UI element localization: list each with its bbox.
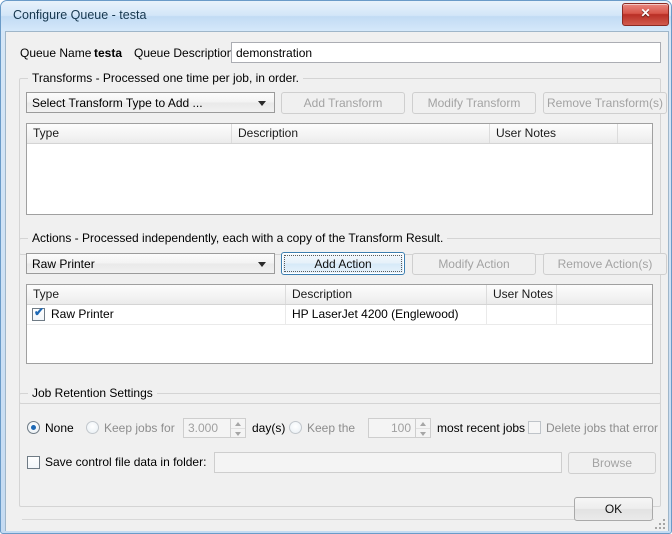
retention-none-radio[interactable] (27, 421, 40, 434)
transforms-col-type[interactable]: Type (27, 124, 232, 143)
job-retention-legend: Job Retention Settings (28, 386, 157, 400)
save-control-file-label: Save control file data in folder: (45, 455, 207, 469)
action-type-value: Raw Printer (32, 256, 95, 271)
chevron-down-icon (258, 261, 266, 267)
retention-days-stepper[interactable] (231, 418, 246, 438)
browse-label: Browse (591, 456, 632, 470)
add-transform-button[interactable]: Add Transform (281, 92, 405, 114)
close-button[interactable]: ✕ (622, 3, 669, 26)
transforms-col-user-notes[interactable]: User Notes (490, 124, 618, 143)
action-row-description: HP LaserJet 4200 (Englewood) (286, 305, 487, 324)
actions-table-header: Type Description User Notes (27, 285, 652, 305)
transform-type-select[interactable]: Select Transform Type to Add ... (26, 92, 275, 113)
transforms-legend: Transforms - Processed one time per job,… (28, 71, 303, 85)
stepper-up[interactable] (416, 419, 430, 429)
add-action-button[interactable]: Add Action (281, 252, 405, 275)
caret-up-icon (420, 421, 426, 426)
window-title: Configure Queue - testa (13, 8, 147, 22)
table-row[interactable]: ✔ Raw Printer HP LaserJet 4200 (Englewoo… (27, 305, 652, 325)
retention-keep-for-radio[interactable] (86, 421, 99, 434)
stepper-up[interactable] (231, 419, 245, 429)
chevron-down-icon (258, 100, 266, 106)
transforms-table[interactable]: Type Description User Notes (26, 123, 653, 215)
retention-count-value: 100 (390, 421, 411, 435)
retention-most-recent-label: most recent jobs (437, 421, 526, 435)
queue-name-label: Queue Name (20, 46, 92, 60)
action-row-type: ✔ Raw Printer (27, 305, 286, 324)
save-control-folder-input[interactable] (214, 452, 562, 473)
actions-table[interactable]: Type Description User Notes ✔ Raw Printe… (26, 284, 653, 364)
transforms-col-extra[interactable] (618, 124, 652, 143)
modify-transform-button[interactable]: Modify Transform (412, 92, 536, 114)
actions-col-extra[interactable] (557, 285, 652, 304)
actions-col-description[interactable]: Description (286, 285, 487, 304)
configure-queue-window: Configure Queue - testa ✕ Queue Name tes… (0, 0, 672, 534)
modify-transform-label: Modify Transform (427, 96, 521, 110)
stepper-down[interactable] (231, 429, 245, 438)
action-row-extra (557, 305, 652, 324)
retention-keep-the-radio[interactable] (289, 421, 302, 434)
transforms-col-description[interactable]: Description (232, 124, 490, 143)
remove-transform-label: Remove Transform(s) (546, 96, 664, 110)
stepper-down[interactable] (416, 429, 430, 438)
retention-days-value: 3.000 (188, 421, 219, 435)
transform-type-value: Select Transform Type to Add ... (32, 95, 203, 110)
caret-up-icon (235, 421, 241, 426)
remove-transform-button[interactable]: Remove Transform(s) (543, 92, 667, 114)
delete-jobs-error-label: Delete jobs that error (546, 421, 659, 435)
action-enabled-checkbox[interactable]: ✔ (32, 305, 45, 321)
checkmark-icon: ✔ (34, 305, 45, 319)
caret-down-icon (235, 431, 241, 436)
ok-button[interactable]: OK (574, 497, 653, 521)
actions-col-type[interactable]: Type (27, 285, 286, 304)
queue-description-text: demonstration (236, 45, 313, 60)
actions-col-user-notes[interactable]: User Notes (487, 285, 557, 304)
browse-button[interactable]: Browse (568, 452, 656, 474)
queue-name-value: testa (94, 46, 123, 60)
retention-keep-the-label: Keep the (307, 421, 356, 435)
retention-days-input[interactable]: 3.000 (183, 418, 231, 438)
caret-down-icon (420, 431, 426, 436)
retention-days-unit-label: day(s) (252, 421, 286, 435)
transforms-table-header: Type Description User Notes (27, 124, 652, 144)
ok-label: OK (604, 502, 623, 516)
remove-action-button[interactable]: Remove Action(s) (543, 253, 667, 275)
retention-count-input[interactable]: 100 (368, 418, 416, 438)
retention-keep-for-label: Keep jobs for (104, 421, 175, 435)
resize-grip[interactable] (653, 517, 665, 529)
modify-action-button[interactable]: Modify Action (412, 253, 536, 275)
remove-action-label: Remove Action(s) (557, 257, 653, 271)
retention-none-label: None (45, 421, 74, 435)
add-transform-label: Add Transform (303, 96, 383, 110)
queue-description-input[interactable]: demonstration (231, 42, 661, 63)
queue-description-label: Queue Description (134, 46, 234, 60)
dialog-client-area: Queue Name testa Queue Description demon… (5, 31, 669, 531)
add-action-label: Add Action (314, 256, 372, 271)
action-row-user-notes (487, 305, 557, 324)
title-bar: Configure Queue - testa ✕ (1, 1, 671, 31)
save-control-file-checkbox[interactable] (27, 456, 40, 469)
job-retention-group: Job Retention Settings (19, 386, 661, 507)
delete-jobs-error-checkbox[interactable] (528, 421, 541, 434)
footer-separator (22, 519, 654, 520)
close-icon: ✕ (640, 6, 651, 20)
modify-action-label: Modify Action (438, 257, 510, 271)
action-type-select[interactable]: Raw Printer (26, 253, 275, 274)
action-row-type-text: Raw Printer (51, 307, 114, 321)
actions-legend: Actions - Processed independently, each … (28, 231, 448, 245)
radio-dot (31, 425, 36, 430)
retention-count-stepper[interactable] (416, 418, 431, 438)
